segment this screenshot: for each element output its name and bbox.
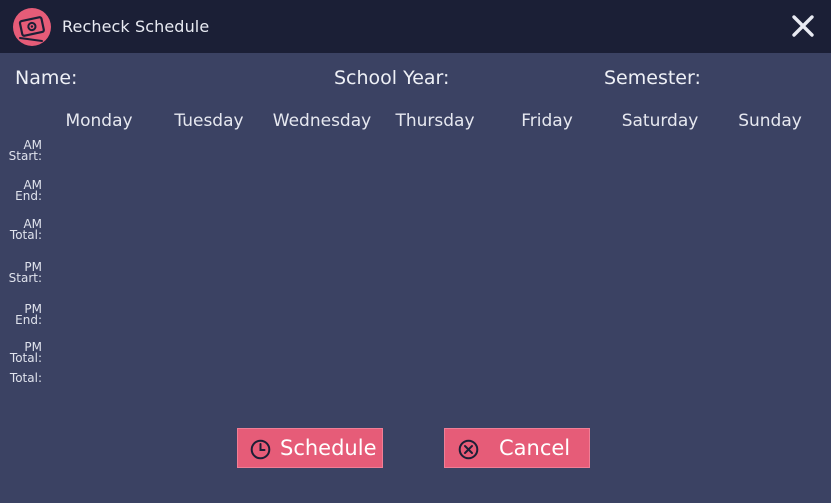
row-label-total: Total:: [9, 371, 42, 385]
schedule-button[interactable]: Schedule: [237, 428, 383, 468]
day-header-monday: Monday: [65, 111, 133, 131]
window-title: Recheck Schedule: [62, 17, 210, 36]
day-header-saturday: Saturday: [621, 111, 699, 131]
cancel-button[interactable]: Cancel: [444, 428, 590, 468]
schedule-button-label: Schedule: [280, 436, 377, 460]
day-header-tuesday: Tuesday: [174, 111, 244, 131]
semester-label: Semester:: [604, 67, 701, 89]
title-bar: Recheck Schedule: [0, 0, 831, 53]
app-logo-icon: [13, 8, 51, 46]
row-label-am-total: AM Total:: [9, 217, 42, 242]
row-label-am-start: AM Start:: [8, 138, 42, 163]
day-header-thursday: Thursday: [395, 111, 475, 131]
day-header-wednesday: Wednesday: [272, 111, 372, 131]
cancel-button-label: Cancel: [499, 436, 571, 460]
row-label-am-end: AM End:: [15, 178, 42, 203]
day-header-friday: Friday: [521, 111, 573, 131]
row-label-pm-end: PM End:: [15, 302, 42, 327]
row-label-pm-start: PM Start:: [8, 260, 42, 285]
school-year-label: School Year:: [334, 67, 450, 89]
close-icon[interactable]: [790, 12, 816, 40]
day-header-sunday: Sunday: [738, 111, 802, 131]
name-label: Name:: [15, 67, 78, 89]
clock-icon: [250, 439, 271, 460]
row-label-pm-total: PM Total:: [9, 340, 42, 365]
cancel-circle-icon: [458, 439, 479, 460]
